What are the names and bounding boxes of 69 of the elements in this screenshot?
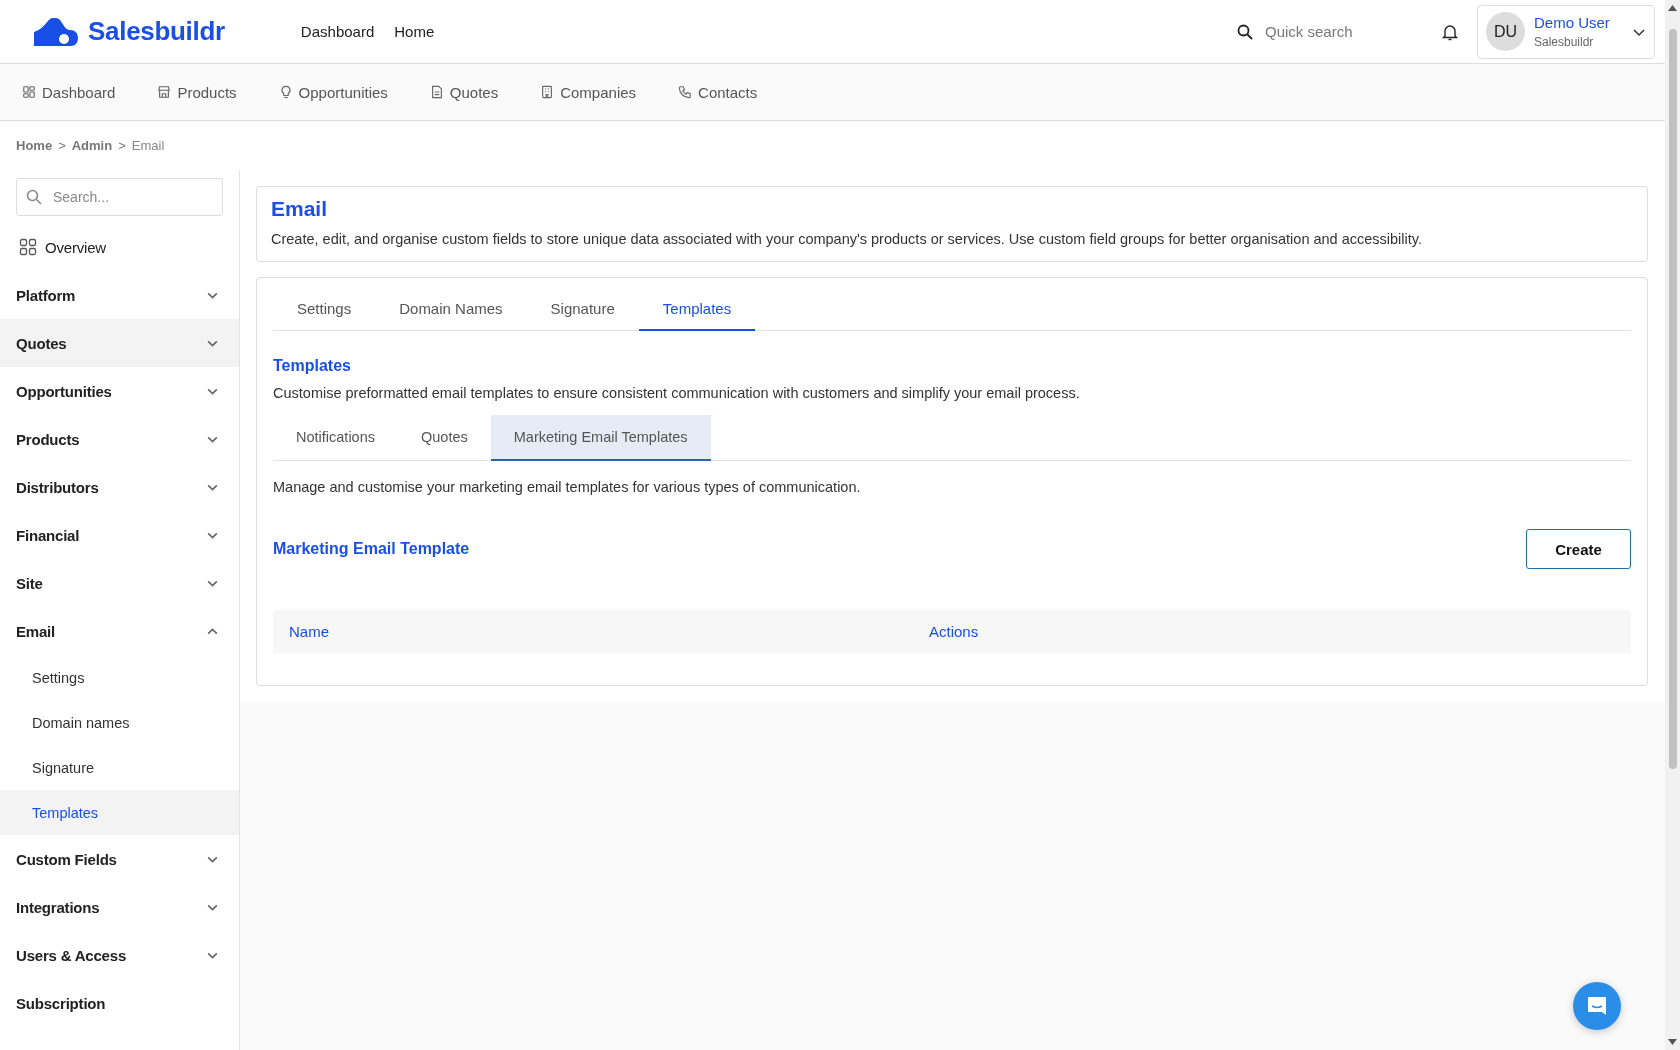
page-description: Create, edit, and organise custom fields to store unique data associated with your company's products or services. Use custom field groups for better organisation and accessibility. bbox=[271, 231, 1423, 247]
sidebar-subitem[interactable]: Settings bbox=[0, 655, 239, 700]
create-button[interactable]: Create bbox=[1526, 529, 1631, 569]
breadcrumb-item[interactable]: Admin bbox=[71, 138, 113, 153]
scroll-up-icon[interactable] bbox=[1668, 5, 1677, 11]
sidebar-item[interactable]: Quotes bbox=[0, 319, 239, 367]
nav-item[interactable]: Products bbox=[157, 83, 237, 101]
sidebar-search-field[interactable]: Search... bbox=[16, 178, 223, 216]
brand-name: Salesbuildr bbox=[88, 16, 225, 47]
nav-item[interactable]: Contacts bbox=[678, 83, 758, 101]
sidebar-item[interactable]: Platform bbox=[0, 271, 239, 319]
grid-icon bbox=[19, 238, 37, 256]
sidebar-item[interactable]: Products bbox=[0, 415, 239, 463]
header-link[interactable]: Dashboard bbox=[300, 23, 375, 40]
sidebar-item[interactable]: Users & Access bbox=[0, 931, 239, 979]
column-header: Name bbox=[289, 623, 330, 640]
breadcrumb-separator: > bbox=[58, 138, 66, 153]
tab[interactable]: Signature bbox=[526, 278, 639, 331]
quick-search-field[interactable]: Quick search bbox=[1263, 22, 1407, 41]
sidebar-subitem[interactable]: Templates bbox=[0, 790, 239, 835]
subtab[interactable]: Marketing Email Templates bbox=[490, 415, 711, 461]
breadcrumb-separator: > bbox=[118, 138, 126, 153]
sidebar-item[interactable]: Opportunities bbox=[0, 367, 239, 415]
logo-icon bbox=[34, 17, 78, 46]
scroll-down-icon[interactable] bbox=[1668, 1039, 1677, 1045]
building-icon bbox=[540, 85, 555, 99]
bell-icon[interactable] bbox=[1441, 22, 1459, 41]
sidebar-item[interactable]: Financial bbox=[0, 511, 239, 559]
sidebar-subitem[interactable]: Signature bbox=[0, 745, 239, 790]
search-icon bbox=[26, 189, 42, 205]
store-icon bbox=[157, 85, 172, 99]
intro-text: Manage and customise your marketing email templates for various types of communication. bbox=[273, 479, 862, 495]
scrollbar[interactable] bbox=[1665, 0, 1680, 1050]
subtab[interactable]: Quotes bbox=[398, 415, 491, 461]
chat-button[interactable] bbox=[1573, 982, 1621, 1030]
breadcrumb-item[interactable]: Home bbox=[16, 138, 53, 153]
user-menu[interactable]: DU Demo User Salesbuildr bbox=[1477, 4, 1655, 59]
nav-item[interactable]: Companies bbox=[540, 83, 637, 101]
sidebar-item[interactable]: Site bbox=[0, 559, 239, 607]
company-name: Salesbuildr bbox=[1534, 35, 1595, 49]
section-description: Customise preformatted email templates to ensure consistent communication with customers and simplify your email process. bbox=[273, 385, 1081, 401]
user-name: Demo User bbox=[1534, 14, 1610, 31]
sidebar-item[interactable]: Subscription bbox=[0, 979, 239, 1027]
document-icon bbox=[429, 85, 444, 99]
nav-item[interactable]: Quotes bbox=[429, 83, 499, 101]
nav-item[interactable]: Dashboard bbox=[22, 83, 116, 101]
search-icon bbox=[1237, 23, 1253, 40]
phone-icon bbox=[678, 85, 693, 99]
subtab[interactable]: Notifications bbox=[273, 415, 398, 461]
list-title: Marketing Email Template bbox=[273, 540, 470, 558]
sidebar-subitem[interactable]: Domain names bbox=[0, 700, 239, 745]
section-title: Templates bbox=[273, 357, 352, 375]
tab[interactable]: Domain Names bbox=[375, 278, 527, 331]
sidebar-item[interactable]: Integrations bbox=[0, 883, 239, 931]
breadcrumb-item: Email bbox=[131, 138, 165, 153]
nav-item[interactable]: Opportunities bbox=[278, 83, 388, 101]
chat-icon bbox=[1586, 995, 1608, 1017]
tab[interactable]: Settings bbox=[273, 278, 376, 331]
grid-icon bbox=[22, 85, 36, 99]
sidebar-item[interactable]: Custom Fields bbox=[0, 835, 239, 883]
header-link[interactable]: Home bbox=[394, 23, 435, 40]
sidebar-item[interactable]: Distributors bbox=[0, 463, 239, 511]
page-title: Email bbox=[271, 197, 329, 221]
lightbulb-icon bbox=[278, 85, 293, 99]
column-header: Actions bbox=[929, 623, 980, 640]
tab[interactable]: Templates bbox=[638, 278, 756, 331]
sidebar-item[interactable]: Overview bbox=[0, 223, 239, 271]
avatar: DU bbox=[1486, 12, 1525, 51]
sidebar-item[interactable]: Email bbox=[0, 607, 239, 655]
